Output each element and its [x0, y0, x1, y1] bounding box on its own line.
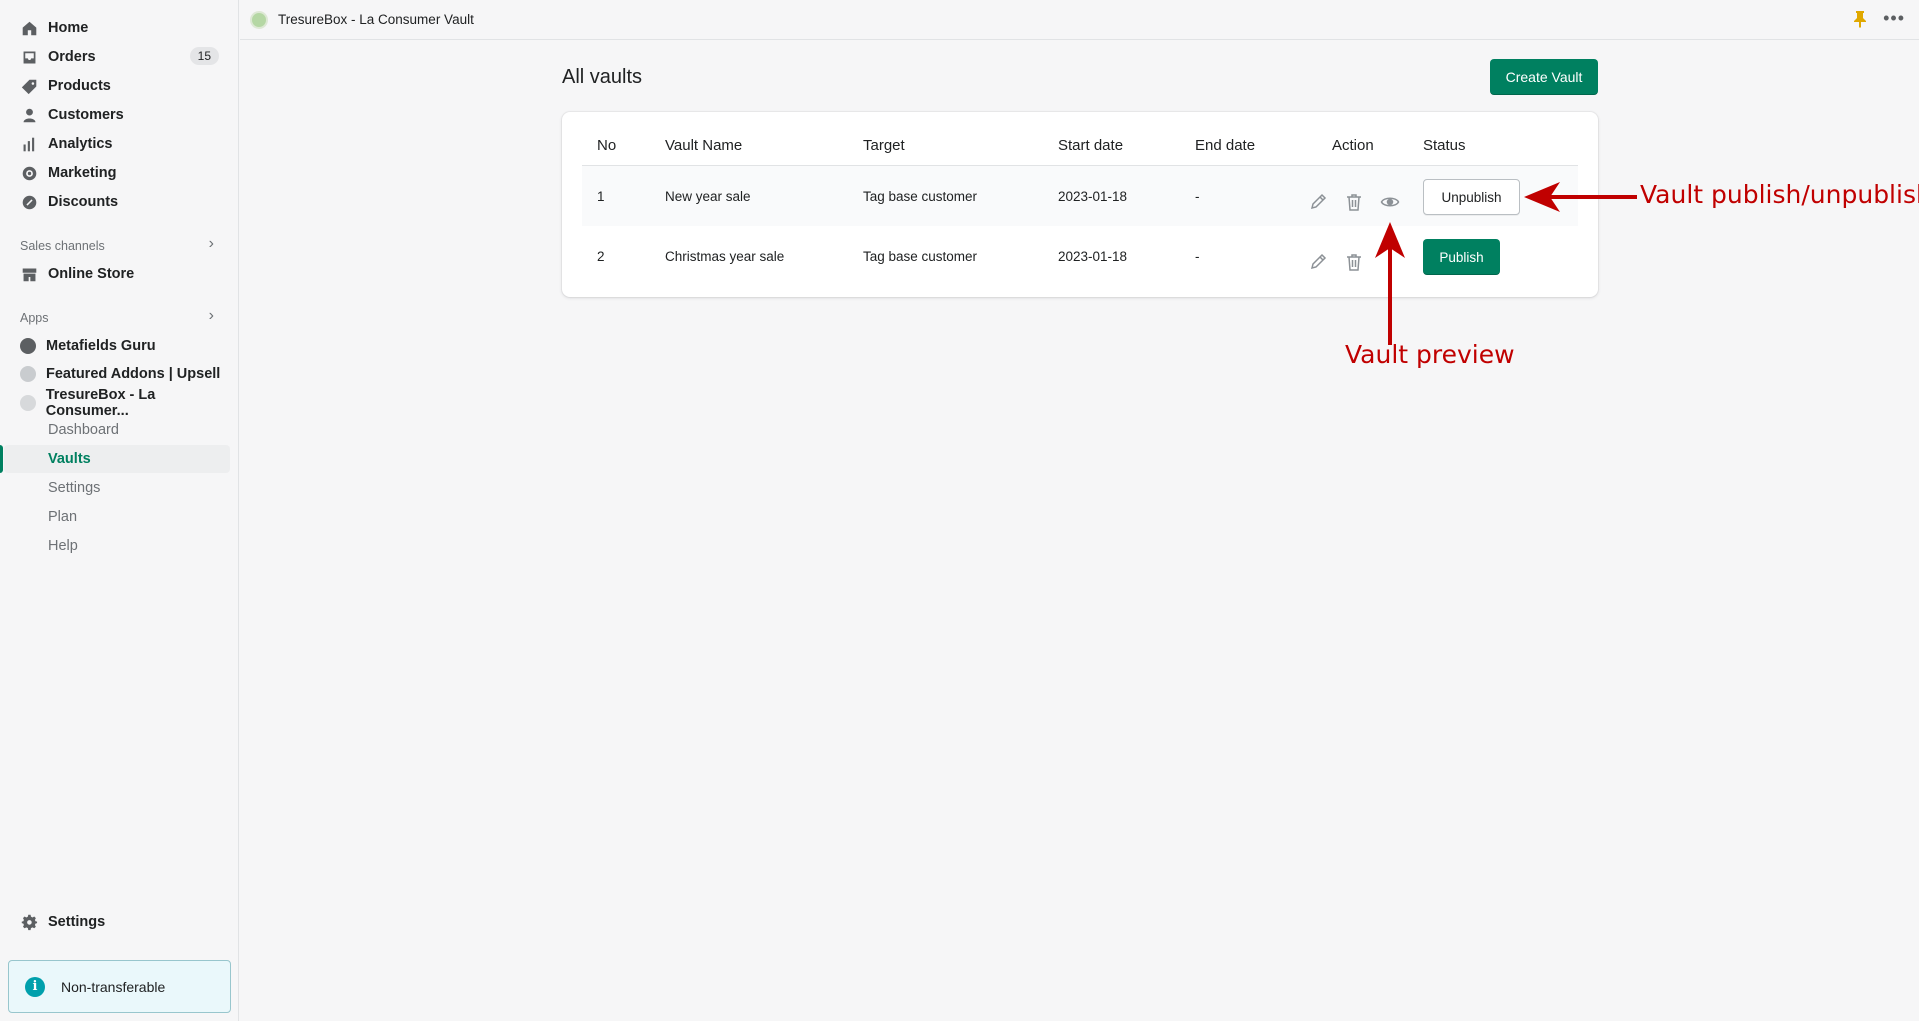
nav-analytics[interactable]: Analytics — [0, 130, 239, 158]
row-target: Tag base customer — [863, 189, 978, 204]
nav-online-store[interactable]: Online Store — [0, 260, 239, 288]
nav-analytics-label: Analytics — [48, 136, 113, 152]
row-end-date: - — [1195, 189, 1200, 204]
row-start-date: 2023-01-18 — [1058, 249, 1128, 264]
nav-app-featured-addons[interactable]: Featured Addons | Upsell — [0, 360, 239, 388]
subnav-settings[interactable]: Settings — [0, 474, 239, 502]
store-icon — [20, 265, 38, 283]
column-header-vault-name: Vault Name — [665, 137, 743, 154]
sales-channels-chevron-icon[interactable]: › — [209, 235, 214, 253]
unpublish-button[interactable]: Unpublish — [1423, 179, 1520, 215]
tresurebox-logo-icon — [20, 395, 36, 411]
row-vault-name: Christmas year sale — [665, 249, 785, 264]
nav-customers[interactable]: Customers — [0, 101, 239, 129]
create-vault-button[interactable]: Create Vault — [1490, 59, 1598, 95]
pin-icon[interactable] — [1853, 10, 1867, 28]
nav-home[interactable]: Home — [0, 14, 239, 42]
nav-marketing-label: Marketing — [48, 165, 117, 181]
subnav-plan[interactable]: Plan — [0, 503, 239, 531]
discount-icon — [20, 193, 38, 211]
row-no: 1 — [597, 189, 605, 204]
apps-chevron-icon[interactable]: › — [209, 307, 214, 325]
annotation-preview-label: Vault preview — [1345, 340, 1515, 369]
nav-app-label: TresureBox - La Consumer... — [45, 387, 156, 419]
nav-marketing[interactable]: Marketing — [0, 159, 239, 187]
info-icon: i — [25, 976, 45, 997]
non-transferable-notice: i Non-transferable — [8, 960, 231, 1013]
nav-orders[interactable]: Orders 15 — [0, 43, 239, 71]
subnav-dashboard[interactable]: Dashboard — [0, 416, 239, 444]
active-indicator — [0, 445, 3, 473]
featured-addons-logo-icon — [20, 366, 36, 382]
subnav-help[interactable]: Help — [0, 532, 239, 560]
more-options-icon[interactable]: ••• — [1883, 8, 1905, 29]
column-header-end-date: End date — [1195, 137, 1256, 154]
subnav-vaults[interactable]: Vaults — [4, 445, 230, 473]
nav-discounts[interactable]: Discounts — [0, 188, 239, 216]
orders-icon — [20, 48, 38, 66]
column-header-action: Action — [1332, 137, 1374, 154]
edit-pencil-icon[interactable] — [1308, 252, 1328, 272]
row-target: Tag base customer — [863, 249, 978, 264]
column-header-no: No — [597, 137, 617, 154]
column-header-start-date: Start date — [1058, 137, 1124, 154]
row-start-date: 2023-01-18 — [1058, 189, 1128, 204]
row-no: 2 — [597, 249, 605, 264]
sidebar: Home Orders 15 Products Customers Analyt… — [0, 0, 239, 1021]
nav-products-label: Products — [48, 78, 111, 94]
app-title: TresureBox - La Consumer Vault — [278, 12, 474, 27]
row-vault-name: New year sale — [665, 189, 751, 204]
tag-icon — [20, 77, 38, 95]
delete-trash-icon[interactable] — [1344, 192, 1364, 212]
notice-label: Non-transferable — [61, 978, 166, 995]
gear-icon — [20, 913, 38, 931]
annotation-publish-label: Vault publish/unpublish — [1640, 180, 1919, 209]
nav-settings-label: Settings — [48, 914, 106, 930]
nav-discounts-label: Discounts — [48, 194, 119, 210]
nav-app-tresurebox[interactable]: TresureBox - La Consumer... — [0, 387, 239, 419]
orders-count-badge: 15 — [189, 47, 219, 65]
tresurebox-logo-icon — [250, 10, 268, 29]
page-title: All vaults — [562, 66, 643, 88]
nav-online-store-label: Online Store — [48, 266, 135, 282]
nav-customers-label: Customers — [48, 107, 124, 123]
home-icon — [20, 19, 38, 37]
nav-products[interactable]: Products — [0, 72, 239, 100]
app-topbar: TresureBox - La Consumer Vault ••• — [240, 0, 1919, 40]
column-header-target: Target — [863, 137, 905, 154]
bar-chart-icon — [20, 135, 38, 153]
apps-label: Apps — [20, 311, 49, 325]
nav-app-label: Featured Addons | Upsell — [46, 366, 221, 382]
nav-app-label: Metafields Guru — [46, 338, 156, 354]
preview-eye-icon[interactable] — [1380, 192, 1400, 212]
nav-orders-label: Orders — [48, 49, 96, 65]
delete-trash-icon[interactable] — [1344, 252, 1364, 272]
nav-settings[interactable]: Settings — [0, 908, 239, 936]
person-icon — [20, 106, 38, 124]
nav-home-label: Home — [48, 20, 89, 36]
target-icon — [20, 164, 38, 182]
metafields-guru-logo-icon — [20, 338, 36, 354]
publish-button[interactable]: Publish — [1423, 239, 1500, 275]
nav-app-metafields-guru[interactable]: Metafields Guru — [0, 332, 239, 360]
edit-pencil-icon[interactable] — [1308, 192, 1328, 212]
column-header-status: Status — [1423, 137, 1466, 154]
sales-channels-label: Sales channels — [20, 239, 105, 253]
row-end-date: - — [1195, 249, 1200, 264]
